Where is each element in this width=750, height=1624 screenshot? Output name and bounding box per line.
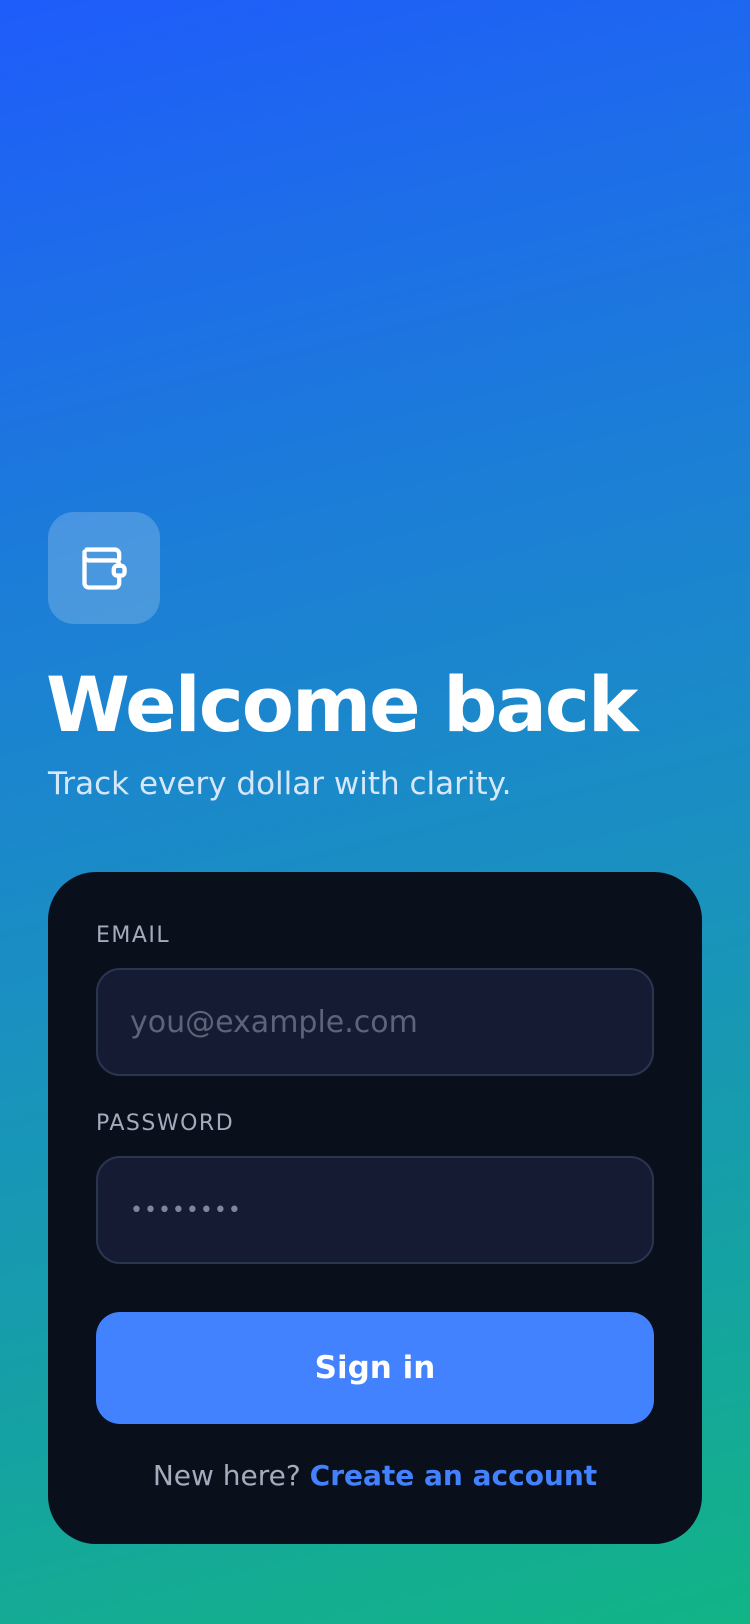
password-field[interactable]: •••••••• <box>96 1156 654 1264</box>
create-account-link[interactable]: Create an account <box>310 1459 598 1492</box>
page-subtitle: Track every dollar with clarity. <box>48 766 512 802</box>
wallet-icon <box>82 547 127 590</box>
email-field[interactable] <box>98 970 652 1074</box>
sign-in-card: EMAIL PASSWORD •••••••• Sign in New here… <box>48 872 702 1544</box>
app-logo-tile <box>48 512 160 624</box>
email-label: EMAIL <box>96 923 171 948</box>
signup-prompt: New here? Create an account <box>48 1456 702 1496</box>
password-label: PASSWORD <box>96 1111 235 1136</box>
page-title: Welcome back <box>46 660 638 749</box>
signup-prompt-text: New here? <box>152 1459 301 1492</box>
email-field-container <box>96 968 654 1076</box>
sign-in-button[interactable]: Sign in <box>96 1312 654 1424</box>
password-masked-value: •••••••• <box>130 1197 242 1223</box>
